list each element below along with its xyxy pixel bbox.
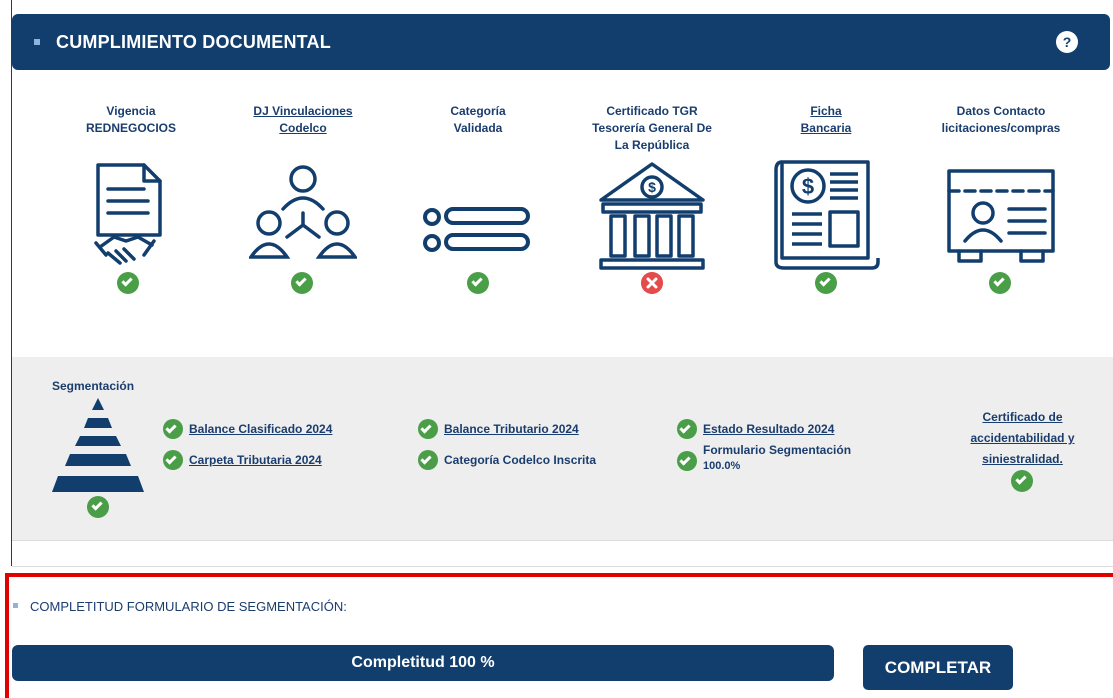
svg-text:$: $	[802, 174, 814, 199]
seg-item-categoria-codelco: Categoría Codelco Inscrita	[418, 450, 596, 470]
segmentation-status-ok-icon	[87, 496, 109, 518]
seg-item-balance-clasificado[interactable]: Balance Clasificado 2024	[163, 419, 332, 439]
pyramid-icon	[52, 398, 144, 492]
certificate-accidentabilidad-link[interactable]: Certificado de accidentabilidad y sinies…	[960, 407, 1085, 470]
doc-link[interactable]: Codelco	[223, 118, 383, 139]
cert-line[interactable]: accidentabilidad y	[960, 428, 1085, 449]
check-icon	[163, 450, 183, 470]
completion-progress-bar: Completitud 100 %	[12, 645, 834, 681]
seg-item-formulario-segmentacion: Formulario Segmentación 100.0%	[677, 443, 851, 475]
complete-button[interactable]: COMPLETAR	[863, 645, 1013, 690]
doc-certificado-tgr: Certificado TGR Tesorería General De La …	[572, 101, 732, 156]
seg-item-estado-resultado[interactable]: Estado Resultado 2024	[677, 419, 834, 439]
contract-handshake-icon	[94, 163, 162, 265]
check-icon	[163, 419, 183, 439]
contact-card-icon	[947, 169, 1055, 263]
doc-label: REDNEGOCIOS	[85, 121, 176, 135]
seg-item-link[interactable]: Balance Clasificado 2024	[189, 422, 332, 436]
check-icon	[677, 451, 697, 471]
bank-document-icon: $	[774, 160, 880, 270]
doc-label: licitaciones/compras	[941, 121, 1061, 135]
status-ok-icon	[815, 272, 837, 294]
doc-vigencia-rednegocios: Vigencia REDNEGOCIOS	[51, 101, 211, 139]
seg-item-text-block: Formulario Segmentación 100.0%	[703, 443, 851, 475]
divider	[12, 566, 1113, 567]
completion-bullet	[13, 603, 18, 608]
completion-bar-label: Completitud 100 %	[351, 654, 495, 671]
cert-line[interactable]: Certificado de	[960, 407, 1085, 428]
doc-categoria-validada: Categoría Validada	[398, 101, 558, 139]
status-error-icon	[641, 272, 663, 294]
segmentation-title: Segmentación	[52, 379, 135, 393]
status-ok-icon	[291, 272, 313, 294]
seg-item-label: Formulario Segmentación	[703, 443, 852, 457]
doc-link[interactable]: Bancaria	[746, 118, 906, 139]
check-icon	[418, 419, 438, 439]
check-icon	[418, 450, 438, 470]
header-bullet	[34, 39, 40, 45]
segmentation-panel	[12, 357, 1113, 541]
section-title: CUMPLIMIENTO DOCUMENTAL	[56, 31, 331, 52]
certificate-status-ok-icon	[1011, 470, 1033, 492]
category-list-icon	[423, 207, 530, 252]
status-ok-icon	[467, 272, 489, 294]
check-icon	[677, 419, 697, 439]
status-ok-icon	[117, 272, 139, 294]
doc-ficha-bancaria[interactable]: Ficha Bancaria	[746, 101, 906, 139]
seg-item-link[interactable]: Estado Resultado 2024	[703, 422, 834, 436]
status-ok-icon	[989, 272, 1011, 294]
doc-dj-vinculaciones[interactable]: DJ Vinculaciones Codelco	[223, 101, 383, 139]
completion-title: COMPLETITUD FORMULARIO DE SEGMENTACIÓN:	[30, 599, 347, 614]
section-header: CUMPLIMIENTO DOCUMENTAL ?	[12, 14, 1110, 70]
seg-item-label: Categoría Codelco Inscrita	[444, 453, 597, 467]
seg-item-carpeta-tributaria[interactable]: Carpeta Tributaria 2024	[163, 450, 322, 470]
seg-item-percent: 100.0%	[703, 460, 741, 472]
help-button[interactable]: ?	[1056, 31, 1078, 53]
seg-item-balance-tributario[interactable]: Balance Tributario 2024	[418, 419, 579, 439]
bank-building-icon: $	[599, 162, 705, 270]
doc-label: Validada	[453, 121, 503, 135]
seg-item-link[interactable]: Carpeta Tributaria 2024	[189, 453, 322, 467]
doc-datos-contacto: Datos Contacto licitaciones/compras	[921, 101, 1081, 139]
cert-line[interactable]: siniestralidad.	[960, 449, 1085, 470]
seg-item-link[interactable]: Balance Tributario 2024	[444, 422, 579, 436]
people-network-icon	[249, 165, 357, 259]
svg-text:$: $	[648, 179, 656, 195]
